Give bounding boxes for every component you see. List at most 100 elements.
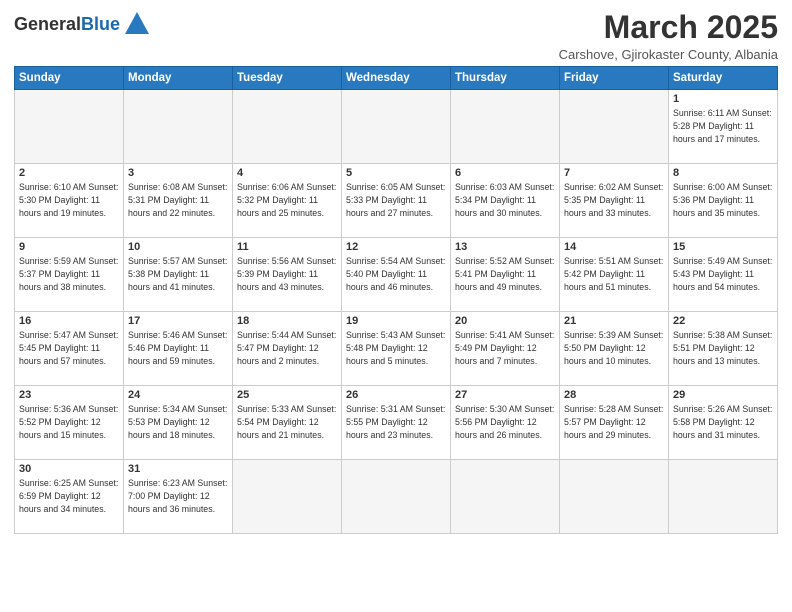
cell-w4-d5: 28Sunrise: 5:28 AM Sunset: 5:57 PM Dayli…	[560, 386, 669, 460]
cell-w4-d2: 25 Sunrise: 5:33 AM Sunset: 5:54 PM Dayli…	[233, 386, 342, 460]
cell-w2-d6: 15 Sunrise: 5:49 AM Sunset: 5:43 PM Dayli…	[669, 238, 778, 312]
header-monday: Monday	[124, 67, 233, 90]
cell-w3-d5: 21Sunrise: 5:39 AM Sunset: 5:50 PM Dayli…	[560, 312, 669, 386]
cell-w1-d3: 5Sunrise: 6:05 AM Sunset: 5:33 PM Daylig…	[342, 164, 451, 238]
cell-w5-d0: 30 Sunrise: 6:25 AM Sunset: 6:59 PM Dayli…	[15, 460, 124, 534]
day-info: Sunrise: 5:36 AM Sunset: 5:52 PM Dayligh…	[19, 403, 119, 441]
day-info: Sunrise: 6:00 AM Sunset: 5:36 PM Dayligh…	[673, 181, 773, 219]
day-number: 18	[237, 315, 337, 327]
cell-w2-d5: 14 Sunrise: 5:51 AM Sunset: 5:42 PM Dayli…	[560, 238, 669, 312]
day-info: Sunrise: 5:28 AM Sunset: 5:57 PM Dayligh…	[564, 403, 664, 441]
cell-w0-d4	[451, 90, 560, 164]
logo-blue-text: Blue	[81, 14, 120, 35]
week-row-3: 16Sunrise: 5:47 AM Sunset: 5:45 PM Dayli…	[15, 312, 778, 386]
cell-w3-d3: 19Sunrise: 5:43 AM Sunset: 5:48 PM Dayli…	[342, 312, 451, 386]
cell-w5-d2	[233, 460, 342, 534]
cell-w1-d0: 2 Sunrise: 6:10 AM Sunset: 5:30 PM Daylig…	[15, 164, 124, 238]
day-info: Sunrise: 5:44 AM Sunset: 5:47 PM Dayligh…	[237, 329, 337, 367]
week-row-1: 2 Sunrise: 6:10 AM Sunset: 5:30 PM Daylig…	[15, 164, 778, 238]
day-info: Sunrise: 6:05 AM Sunset: 5:33 PM Dayligh…	[346, 181, 446, 219]
cell-w3-d6: 22 Sunrise: 5:38 AM Sunset: 5:51 PM Dayli…	[669, 312, 778, 386]
day-info: Sunrise: 6:08 AM Sunset: 5:31 PM Dayligh…	[128, 181, 228, 219]
day-info: Sunrise: 5:59 AM Sunset: 5:37 PM Dayligh…	[19, 255, 119, 293]
day-number: 22	[673, 315, 773, 327]
cell-w3-d1: 17 Sunrise: 5:46 AM Sunset: 5:46 PM Dayli…	[124, 312, 233, 386]
day-info: Sunrise: 5:46 AM Sunset: 5:46 PM Dayligh…	[128, 329, 228, 367]
cell-w1-d6: 8 Sunrise: 6:00 AM Sunset: 5:36 PM Daylig…	[669, 164, 778, 238]
day-info: Sunrise: 5:34 AM Sunset: 5:53 PM Dayligh…	[128, 403, 228, 441]
day-number: 14	[564, 241, 664, 253]
cell-w5-d4	[451, 460, 560, 534]
day-number: 19	[346, 315, 446, 327]
cell-w4-d0: 23 Sunrise: 5:36 AM Sunset: 5:52 PM Dayli…	[15, 386, 124, 460]
day-info: Sunrise: 6:10 AM Sunset: 5:30 PM Dayligh…	[19, 181, 119, 219]
cell-w0-d0	[15, 90, 124, 164]
logo-icon	[123, 10, 151, 38]
day-number: 21	[564, 315, 664, 327]
cell-w4-d4: 27Sunrise: 5:30 AM Sunset: 5:56 PM Dayli…	[451, 386, 560, 460]
day-number: 6	[455, 167, 555, 179]
cell-w0-d2	[233, 90, 342, 164]
subtitle: Carshove, Gjirokaster County, Albania	[559, 47, 778, 62]
cell-w4-d1: 24 Sunrise: 5:34 AM Sunset: 5:53 PM Dayli…	[124, 386, 233, 460]
cell-w1-d2: 4 Sunrise: 6:06 AM Sunset: 5:32 PM Daylig…	[233, 164, 342, 238]
week-row-0: 1Sunrise: 6:11 AM Sunset: 5:28 PM Daylig…	[15, 90, 778, 164]
header-sunday: Sunday	[15, 67, 124, 90]
day-number: 16	[19, 315, 119, 327]
header-tuesday: Tuesday	[233, 67, 342, 90]
cell-w2-d3: 12Sunrise: 5:54 AM Sunset: 5:40 PM Dayli…	[342, 238, 451, 312]
day-number: 1	[673, 93, 773, 105]
day-number: 2	[19, 167, 119, 179]
day-info: Sunrise: 5:52 AM Sunset: 5:41 PM Dayligh…	[455, 255, 555, 293]
cell-w0-d5	[560, 90, 669, 164]
cell-w4-d3: 26Sunrise: 5:31 AM Sunset: 5:55 PM Dayli…	[342, 386, 451, 460]
calendar-page: General Blue March 2025 Carshove, Gjirok…	[0, 0, 792, 612]
cell-w5-d1: 31Sunrise: 6:23 AM Sunset: 7:00 PM Dayli…	[124, 460, 233, 534]
month-title: March 2025	[559, 10, 778, 45]
day-info: Sunrise: 5:57 AM Sunset: 5:38 PM Dayligh…	[128, 255, 228, 293]
day-info: Sunrise: 5:33 AM Sunset: 5:54 PM Dayligh…	[237, 403, 337, 441]
title-area: March 2025 Carshove, Gjirokaster County,…	[559, 10, 778, 62]
day-info: Sunrise: 5:26 AM Sunset: 5:58 PM Dayligh…	[673, 403, 773, 441]
day-number: 10	[128, 241, 228, 253]
week-row-2: 9Sunrise: 5:59 AM Sunset: 5:37 PM Daylig…	[15, 238, 778, 312]
day-info: Sunrise: 5:38 AM Sunset: 5:51 PM Dayligh…	[673, 329, 773, 367]
day-number: 13	[455, 241, 555, 253]
day-number: 30	[19, 463, 119, 475]
cell-w3-d0: 16Sunrise: 5:47 AM Sunset: 5:45 PM Dayli…	[15, 312, 124, 386]
weekday-header-row: Sunday Monday Tuesday Wednesday Thursday…	[15, 67, 778, 90]
day-number: 29	[673, 389, 773, 401]
day-number: 7	[564, 167, 664, 179]
cell-w2-d0: 9Sunrise: 5:59 AM Sunset: 5:37 PM Daylig…	[15, 238, 124, 312]
day-info: Sunrise: 6:25 AM Sunset: 6:59 PM Dayligh…	[19, 477, 119, 515]
day-info: Sunrise: 6:02 AM Sunset: 5:35 PM Dayligh…	[564, 181, 664, 219]
day-info: Sunrise: 6:03 AM Sunset: 5:34 PM Dayligh…	[455, 181, 555, 219]
day-info: Sunrise: 5:54 AM Sunset: 5:40 PM Dayligh…	[346, 255, 446, 293]
day-number: 25	[237, 389, 337, 401]
cell-w2-d2: 11 Sunrise: 5:56 AM Sunset: 5:39 PM Dayli…	[233, 238, 342, 312]
cell-w3-d2: 18 Sunrise: 5:44 AM Sunset: 5:47 PM Dayli…	[233, 312, 342, 386]
week-row-4: 23 Sunrise: 5:36 AM Sunset: 5:52 PM Dayli…	[15, 386, 778, 460]
day-number: 23	[19, 389, 119, 401]
cell-w1-d5: 7 Sunrise: 6:02 AM Sunset: 5:35 PM Daylig…	[560, 164, 669, 238]
day-info: Sunrise: 5:56 AM Sunset: 5:39 PM Dayligh…	[237, 255, 337, 293]
day-number: 15	[673, 241, 773, 253]
logo-area: General Blue	[14, 10, 151, 38]
day-number: 8	[673, 167, 773, 179]
day-number: 4	[237, 167, 337, 179]
day-info: Sunrise: 6:06 AM Sunset: 5:32 PM Dayligh…	[237, 181, 337, 219]
calendar-table: Sunday Monday Tuesday Wednesday Thursday…	[14, 66, 778, 534]
header-wednesday: Wednesday	[342, 67, 451, 90]
cell-w3-d4: 20Sunrise: 5:41 AM Sunset: 5:49 PM Dayli…	[451, 312, 560, 386]
day-number: 26	[346, 389, 446, 401]
day-info: Sunrise: 5:51 AM Sunset: 5:42 PM Dayligh…	[564, 255, 664, 293]
header-saturday: Saturday	[669, 67, 778, 90]
day-number: 24	[128, 389, 228, 401]
cell-w1-d4: 6 Sunrise: 6:03 AM Sunset: 5:34 PM Daylig…	[451, 164, 560, 238]
day-number: 17	[128, 315, 228, 327]
day-number: 11	[237, 241, 337, 253]
header: General Blue March 2025 Carshove, Gjirok…	[14, 10, 778, 62]
day-info: Sunrise: 5:49 AM Sunset: 5:43 PM Dayligh…	[673, 255, 773, 293]
week-row-5: 30 Sunrise: 6:25 AM Sunset: 6:59 PM Dayli…	[15, 460, 778, 534]
cell-w5-d5	[560, 460, 669, 534]
